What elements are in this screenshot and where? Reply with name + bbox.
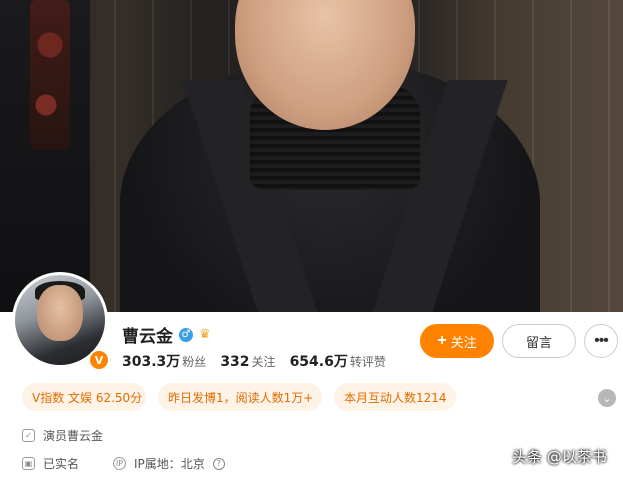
verified-shield-icon: ✓ (22, 429, 35, 442)
realname-status: 已实名 (43, 457, 80, 471)
avatar-head (37, 285, 83, 341)
profile-description: 演员曹云金 (43, 429, 104, 443)
stat-reposts: 654.6万 转评赞 (290, 351, 386, 371)
meta-row: ▣ 已实名 IP IP属地：北京 ? (22, 455, 225, 472)
follow-button[interactable]: + 关注 (420, 324, 494, 358)
cover-embroidery (30, 0, 70, 150)
crown-icon[interactable]: ♛ (199, 327, 214, 342)
profile-name: 曹云金 (122, 327, 173, 347)
help-icon[interactable]: ? (212, 457, 225, 470)
ip-location-icon: IP (113, 457, 127, 470)
cover-photo (0, 0, 623, 312)
tag-monthly-interactions[interactable]: 本月互动人数1214 (334, 383, 456, 411)
name-row: 曹云金 ♂ ♛ (122, 322, 214, 347)
stat-following-label: 关注 (251, 355, 276, 369)
description-row: ✓ 演员曹云金 (22, 427, 103, 444)
plus-icon: + (437, 332, 447, 349)
follow-button-label: 关注 (450, 334, 477, 350)
stat-fans-label: 粉丝 (182, 355, 207, 369)
stat-following[interactable]: 332 关注 (220, 353, 275, 370)
stat-following-count: 332 (220, 354, 250, 370)
verified-v-icon: V (88, 349, 110, 371)
tag-yesterday-posts[interactable]: 昨日发博1，阅读人数1万+ (158, 383, 322, 411)
stat-fans[interactable]: 303.3万 粉丝 (122, 351, 206, 371)
chevron-down-icon[interactable]: ⌄ (598, 389, 616, 407)
more-options-button[interactable]: ••• (584, 324, 618, 358)
ip-location: IP属地：北京 (134, 457, 205, 471)
id-card-icon: ▣ (22, 457, 35, 470)
stats-row: 303.3万 粉丝 332 关注 654.6万 转评赞 (122, 351, 386, 371)
message-button[interactable]: 留言 (502, 324, 576, 358)
watermark: 头条 @以茶书 (512, 448, 607, 466)
stat-fans-count: 303.3万 (122, 354, 181, 370)
male-icon: ♂ (179, 327, 193, 342)
stat-reposts-label: 转评赞 (349, 355, 386, 369)
tag-v-index[interactable]: V指数 文娱 62.50分 (22, 383, 146, 411)
stat-reposts-count: 654.6万 (289, 354, 348, 370)
cover-left-figure (0, 0, 90, 312)
